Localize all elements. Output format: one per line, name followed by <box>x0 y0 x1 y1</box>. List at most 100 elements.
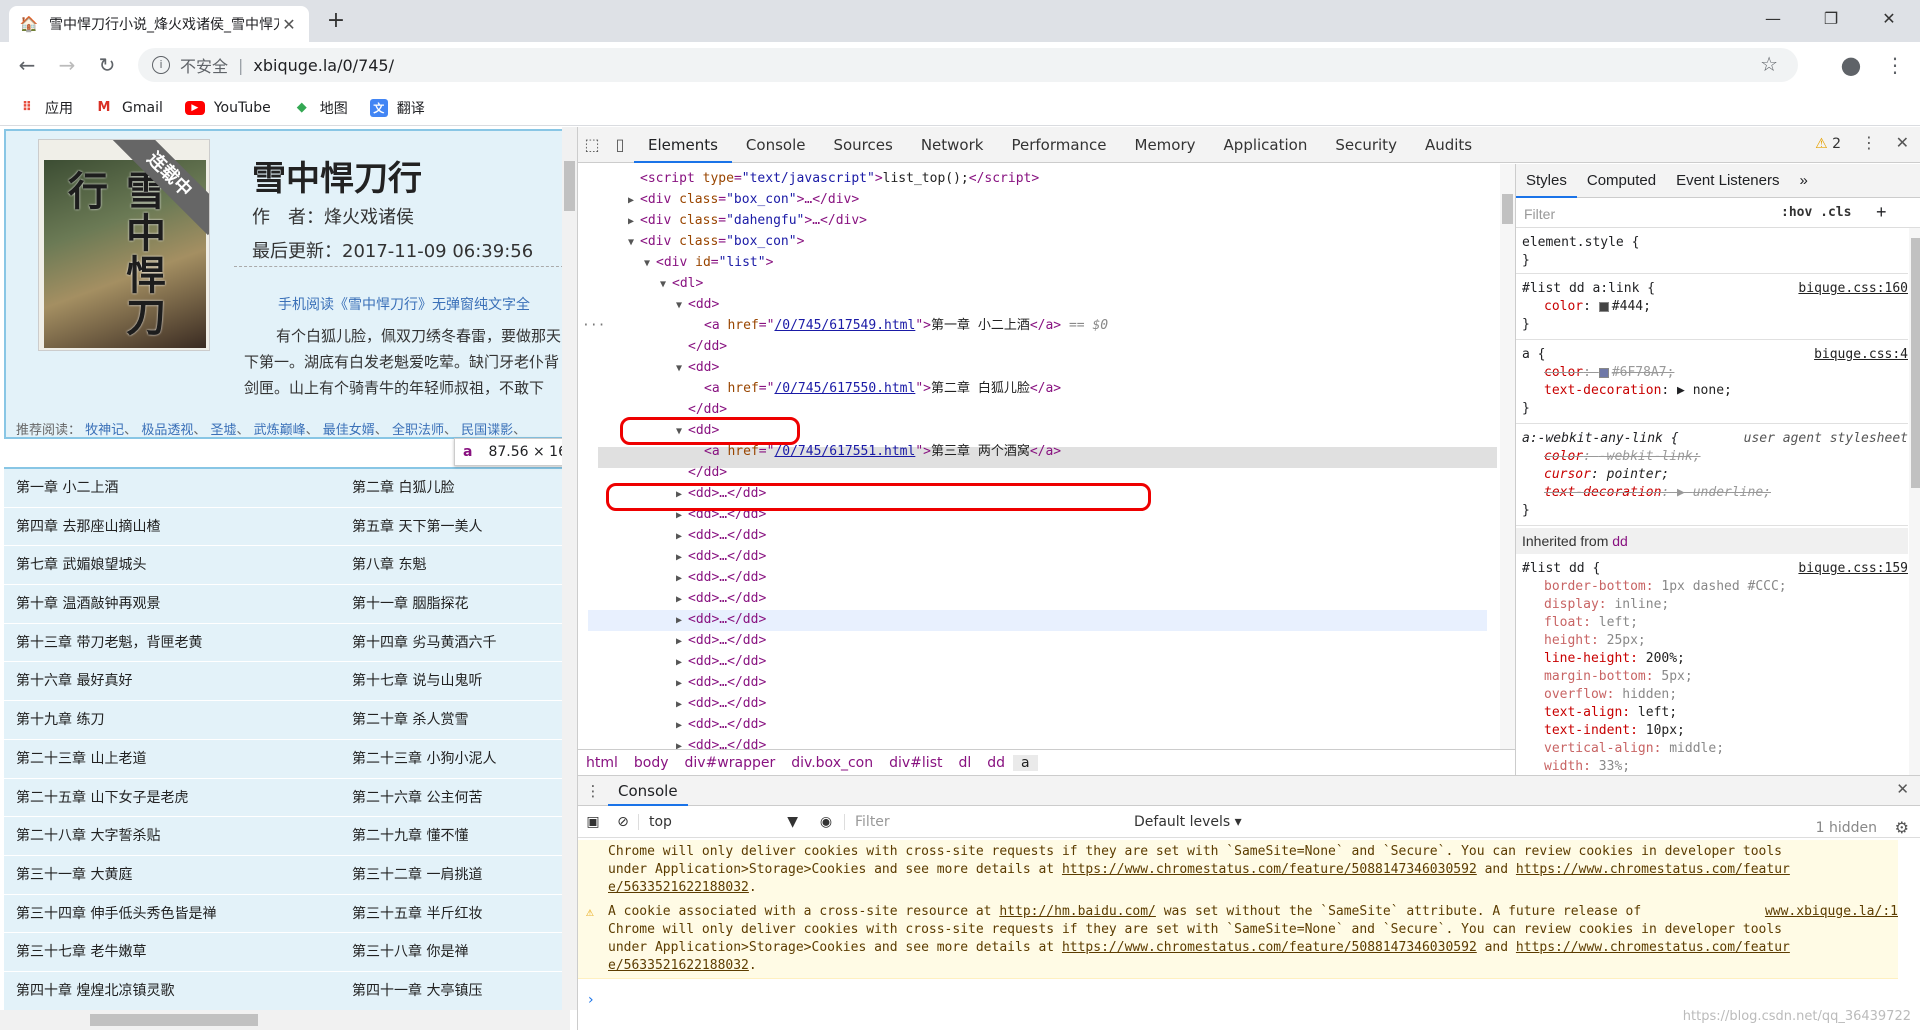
chapter-link[interactable]: 第二十三章 小狗小泥人 <box>340 740 564 778</box>
prop-value[interactable]: #6F78A7; <box>1612 365 1675 380</box>
dom-dl[interactable]: ▼ <dl> <box>660 273 703 294</box>
message-link[interactable]: e/5633521622188032 <box>608 880 749 895</box>
chapter-link[interactable]: 第三十八章 你是禅 <box>340 933 564 971</box>
style-property[interactable]: display: inline; <box>1522 596 1902 614</box>
dom-dd-collapsed[interactable]: ▶ <dd>…</dd> <box>676 735 766 749</box>
scrollbar-thumb[interactable] <box>90 1014 258 1026</box>
chapter-link[interactable]: 第十九章 练刀 <box>4 701 340 739</box>
dom-dd-collapsed[interactable]: ▶ <dd>…</dd> <box>676 693 766 714</box>
recommend-link[interactable]: 圣墟 <box>210 423 236 438</box>
message-link[interactable]: http://hm.baidu.com/ <box>999 904 1156 919</box>
console-prompt-icon[interactable]: › <box>588 992 594 1008</box>
message-link[interactable]: https://www.chromestatus.com/featur <box>1516 862 1790 877</box>
dom-link-1[interactable]: <a href="/0/745/617549.html">第一章 小二上酒</a… <box>704 315 1108 336</box>
mobile-read-link[interactable]: 手机阅读《雪中悍刀行》无弹窗纯文字全 <box>278 294 530 314</box>
recommend-link[interactable]: 最佳女婿 <box>323 423 375 438</box>
breadcrumb-item[interactable]: div.box_con <box>783 755 881 771</box>
prop-value[interactable]: none; <box>1693 383 1732 398</box>
recommend-link[interactable]: 民国谍影 <box>461 423 513 438</box>
bookmark-youtube[interactable]: ▶ YouTube <box>184 100 271 116</box>
address-bar[interactable]: i 不安全 | xbiquge.la/0/745/ ☆ <box>138 48 1798 82</box>
dom-div-box-con-open[interactable]: ▼ <div class="box_con"> <box>628 231 804 252</box>
recommend-link[interactable]: 牧神记 <box>85 423 124 438</box>
chapter-link[interactable]: 第二十八章 大字誓杀贴 <box>4 817 340 855</box>
tab-close-icon[interactable]: ✕ <box>279 15 299 34</box>
console-filter-input[interactable]: Filter <box>844 813 1124 830</box>
styles-filter-input[interactable]: Filter <box>1524 206 1555 222</box>
sidebar-toggle-icon[interactable]: ▣ <box>578 814 608 830</box>
style-property[interactable]: border-bottom: 1px dashed #CCC; <box>1522 578 1902 596</box>
warning-counter[interactable]: ⚠ 2 <box>1815 136 1841 152</box>
chapter-link[interactable]: 第八章 东魁 <box>340 546 564 584</box>
chapter-link[interactable]: 第二十章 杀人赏雪 <box>340 701 564 739</box>
style-property[interactable]: float: left; <box>1522 614 1902 632</box>
inherited-tag[interactable]: dd <box>1612 533 1628 549</box>
drawer-tab-console[interactable]: Console <box>608 776 688 806</box>
dom-link-2[interactable]: <a href="/0/745/617550.html">第二章 白狐儿脸</a… <box>704 378 1061 399</box>
dom-script-line[interactable]: <script type="text/javascript">list_top(… <box>640 168 1039 189</box>
dom-dd-collapsed[interactable]: ▶ <dd>…</dd> <box>676 630 766 651</box>
hov-cls-toggles[interactable]: :hov .cls <box>1781 205 1851 220</box>
minimize-button[interactable]: — <box>1750 0 1796 36</box>
tab-network[interactable]: Network <box>907 127 998 163</box>
add-rule-icon[interactable]: + <box>1876 202 1887 223</box>
href-link[interactable]: /0/745/617549.html <box>774 318 915 333</box>
style-property[interactable]: vertical-align: middle; <box>1522 740 1902 758</box>
chapter-link[interactable]: 第十章 温酒敲钟再观景 <box>4 585 340 623</box>
live-expression-eye-icon[interactable]: ◉ <box>808 814 844 830</box>
tab-console[interactable]: Console <box>732 127 820 163</box>
log-levels-dropdown[interactable]: Default levels ▾ <box>1134 814 1242 830</box>
drawer-menu-icon[interactable]: ⋮ <box>578 782 608 800</box>
chapter-link[interactable]: 第二十五章 山下女子是老虎 <box>4 779 340 817</box>
chapter-link[interactable]: 第四章 去那座山摘山楂 <box>4 508 340 546</box>
prop-value[interactable]: #444; <box>1612 299 1651 314</box>
tab-memory[interactable]: Memory <box>1121 127 1210 163</box>
color-swatch[interactable] <box>1598 367 1609 378</box>
new-tab-button[interactable]: + <box>322 8 350 36</box>
node-ellipsis-icon[interactable]: ··· <box>582 315 605 336</box>
chapter-link[interactable]: 第十六章 最好真好 <box>4 662 340 700</box>
dom-div-list[interactable]: ▼ <div id="list"> <box>644 252 773 273</box>
chapter-link[interactable]: 第七章 武媚娘望城头 <box>4 546 340 584</box>
recommend-link[interactable]: 极品透视 <box>141 423 193 438</box>
recommend-link[interactable]: 全职法师 <box>392 423 444 438</box>
elements-scrollbar[interactable] <box>1500 164 1515 749</box>
chapter-link[interactable]: 第二十六章 公主何苦 <box>340 779 564 817</box>
bookmark-apps[interactable]: ⠿ 应用 <box>18 98 73 118</box>
reload-button[interactable]: ↻ <box>92 50 122 80</box>
chapter-link[interactable]: 第二十九章 懂不懂 <box>340 817 564 855</box>
dom-dd-collapsed[interactable]: ▶ <dd>…</dd> <box>676 714 766 735</box>
dom-dd-collapsed[interactable]: ▶ <dd>…</dd> <box>676 609 766 630</box>
scrollbar-thumb[interactable] <box>564 161 575 211</box>
style-property[interactable]: overflow: hidden; <box>1522 686 1902 704</box>
close-window-button[interactable]: ✕ <box>1866 0 1912 36</box>
bookmark-gmail[interactable]: M Gmail <box>95 99 163 117</box>
tab-security[interactable]: Security <box>1321 127 1411 163</box>
chapter-link[interactable]: 第二章 白狐儿脸 <box>340 469 564 507</box>
color-swatch[interactable] <box>1598 301 1609 312</box>
dom-div-box-con[interactable]: ▶ <div class="box_con">…</div> <box>628 189 859 210</box>
style-property[interactable]: height: 25px; <box>1522 632 1902 650</box>
tab-elements[interactable]: Elements <box>634 127 732 163</box>
breadcrumb-item-active[interactable]: a <box>1013 754 1038 771</box>
href-link[interactable]: /0/745/617551.html <box>774 444 915 459</box>
breadcrumb-item[interactable]: div#list <box>881 755 950 771</box>
dom-dd-collapsed[interactable]: ▶ <dd>…</dd> <box>676 525 766 546</box>
console-settings-gear-icon[interactable]: ⚙ <box>1895 818 1909 837</box>
chapter-link[interactable]: 第四十章 煌煌北凉镇灵歌 <box>4 972 340 1010</box>
maximize-button[interactable]: ❐ <box>1808 0 1854 36</box>
style-property[interactable]: line-height: 200%; <box>1522 650 1902 668</box>
tab-sources[interactable]: Sources <box>819 127 906 163</box>
rule-source-link[interactable]: biquge.css:160 <box>1798 280 1908 298</box>
tab-computed[interactable]: Computed <box>1577 164 1666 198</box>
breadcrumb-item[interactable]: html <box>578 755 626 771</box>
bookmark-star-icon[interactable]: ☆ <box>1760 52 1778 76</box>
more-tabs-icon[interactable]: » <box>1789 164 1817 198</box>
devtools-menu-icon[interactable]: ⋮ <box>1861 133 1877 152</box>
info-icon[interactable]: i <box>152 56 170 74</box>
dom-dd-collapsed[interactable]: ▶ <dd>…</dd> <box>676 651 766 672</box>
recommend-link[interactable]: 武炼巅峰 <box>254 423 306 438</box>
dom-dd-collapsed[interactable]: ▶ <dd>…</dd> <box>676 672 766 693</box>
page-vertical-scrollbar[interactable] <box>562 127 577 1010</box>
message-link[interactable]: https://www.chromestatus.com/feature/508… <box>1062 862 1477 877</box>
